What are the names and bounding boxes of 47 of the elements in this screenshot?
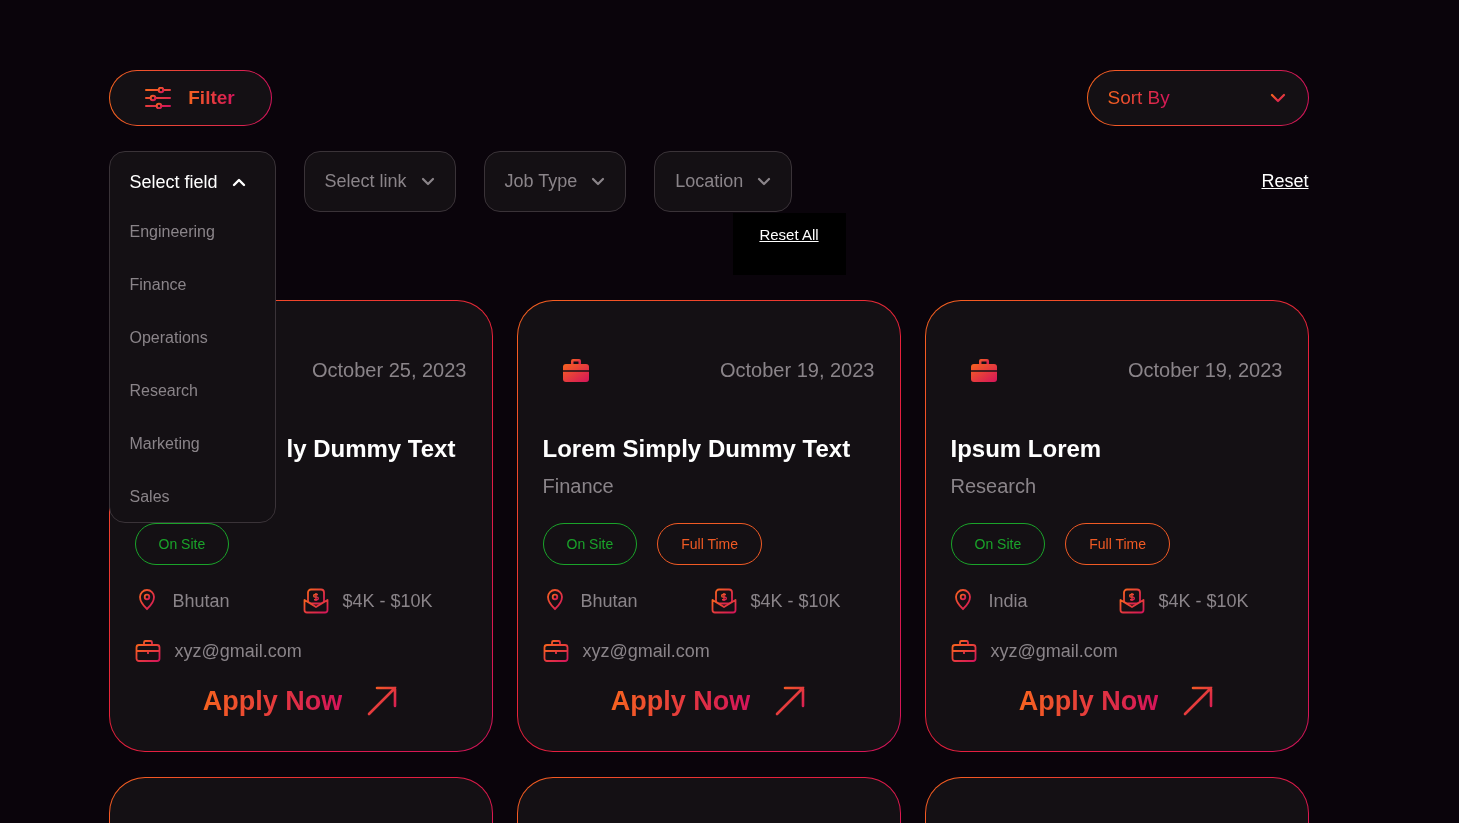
briefcase-icon bbox=[950, 639, 977, 663]
salary-range: $4K - $10K bbox=[1158, 590, 1249, 612]
chevron-down-icon bbox=[757, 177, 772, 186]
job-location: India bbox=[988, 590, 1029, 612]
reset-link[interactable]: Reset bbox=[1261, 171, 1309, 192]
briefcase-icon bbox=[969, 356, 998, 384]
money-envelope-icon bbox=[302, 588, 329, 614]
contact-email: xyz@gmail.com bbox=[582, 640, 710, 662]
job-title: Lorem Simply Dummy Text bbox=[542, 434, 852, 464]
chevron-up-icon bbox=[231, 177, 246, 187]
dropdown-option[interactable]: Marketing bbox=[109, 434, 275, 487]
select-dropdown[interactable]: Select field bbox=[109, 152, 266, 212]
job-category: Research bbox=[950, 474, 1038, 499]
arrow-up-right-icon bbox=[774, 685, 807, 717]
select-dropdown[interactable]: Select link bbox=[303, 151, 456, 212]
briefcase-icon bbox=[542, 639, 569, 663]
job-category: Finance bbox=[542, 474, 615, 499]
salary-range: $4K - $10K bbox=[750, 590, 841, 612]
dropdown-option[interactable]: Engineering bbox=[109, 222, 275, 275]
job-location: Bhutan bbox=[172, 590, 231, 612]
job-location: Bhutan bbox=[580, 590, 639, 612]
filter-button[interactable]: Filter bbox=[108, 70, 272, 126]
briefcase-icon bbox=[561, 356, 590, 384]
contact-email: xyz@gmail.com bbox=[990, 640, 1118, 662]
posted-date: October 19, 2023 bbox=[719, 358, 875, 382]
contact-email: xyz@gmail.com bbox=[174, 640, 302, 662]
select-dropdown[interactable]: Location bbox=[654, 151, 793, 212]
chevron-down-icon bbox=[420, 177, 435, 186]
sort-by-dropdown[interactable]: Sort By bbox=[1086, 70, 1309, 126]
dropdown-option[interactable]: Research bbox=[109, 381, 275, 434]
arrow-up-right-icon bbox=[366, 685, 399, 717]
money-envelope-icon bbox=[710, 588, 737, 614]
chevron-down-icon bbox=[1269, 93, 1286, 103]
briefcase-icon bbox=[134, 639, 161, 663]
reset-all-link[interactable]: Reset All bbox=[759, 226, 819, 244]
posted-date: October 19, 2023 bbox=[1127, 358, 1283, 382]
sliders-icon bbox=[145, 87, 172, 109]
posted-date: October 25, 2023 bbox=[311, 358, 467, 382]
salary-range: $4K - $10K bbox=[342, 590, 433, 612]
chevron-down-icon bbox=[591, 177, 606, 186]
select-dropdown[interactable]: Job Type bbox=[483, 151, 627, 212]
arrow-up-right-icon bbox=[1182, 685, 1215, 717]
job-title: ly Dummy Text bbox=[286, 434, 457, 464]
dropdown-option[interactable]: Finance bbox=[109, 275, 275, 328]
money-envelope-icon bbox=[1118, 588, 1145, 614]
job-title: Ipsum Lorem bbox=[950, 434, 1103, 464]
dropdown-option[interactable]: Operations bbox=[109, 328, 275, 381]
